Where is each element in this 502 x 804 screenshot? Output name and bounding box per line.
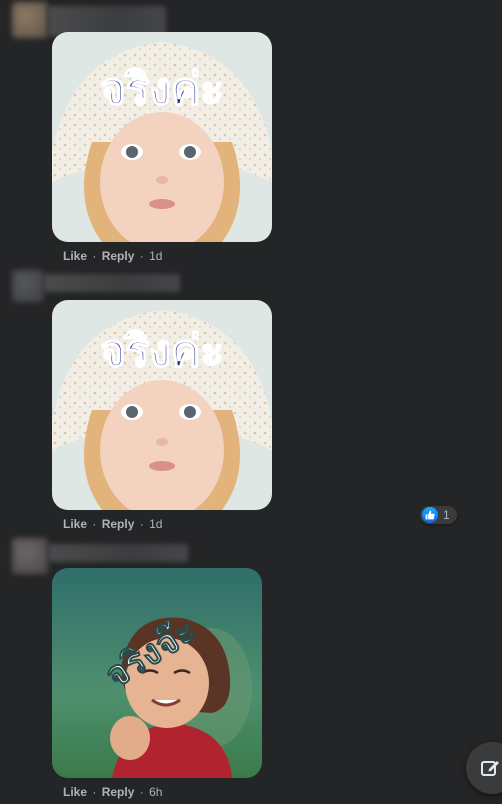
timestamp[interactable]: 6h <box>149 785 162 799</box>
like-button[interactable]: Like <box>63 517 87 531</box>
sticker-text: จริงค่ะ <box>100 64 224 115</box>
separator: · <box>139 517 144 531</box>
avatar[interactable] <box>12 2 48 38</box>
comment-actions: Like · Reply · 6h <box>63 784 162 800</box>
sticker-text: จริงค่ะ <box>100 326 224 377</box>
reply-button[interactable]: Reply <box>102 785 135 799</box>
reply-button[interactable]: Reply <box>102 249 135 263</box>
commenter-name[interactable] <box>48 544 188 562</box>
avatar[interactable] <box>12 538 48 574</box>
sticker-image[interactable]: จริงค่ะ <box>52 32 272 242</box>
comments-panel: จริงค่ะ Like · Reply · 1d จริงค่ะ Like ·… <box>0 0 502 804</box>
sticker-image[interactable]: จริงค่ะ <box>52 300 272 510</box>
timestamp[interactable]: 1d <box>149 517 162 531</box>
reaction-summary[interactable]: 1 <box>420 506 457 524</box>
compose-button[interactable] <box>466 742 502 794</box>
like-button[interactable]: Like <box>63 249 87 263</box>
thumbs-up-icon <box>422 507 438 523</box>
reaction-count: 1 <box>443 508 450 522</box>
avatar[interactable] <box>12 270 44 302</box>
comment-actions: Like · Reply · 1d <box>63 516 162 532</box>
girl-in-hat-image: จริงค่ะ <box>52 300 272 510</box>
like-button[interactable]: Like <box>63 785 87 799</box>
timestamp[interactable]: 1d <box>149 249 162 263</box>
reply-button[interactable]: Reply <box>102 517 135 531</box>
comment-actions: Like · Reply · 1d <box>63 248 162 264</box>
compose-icon <box>481 761 499 776</box>
separator: · <box>92 785 97 799</box>
separator: · <box>92 517 97 531</box>
separator: · <box>139 785 144 799</box>
separator: · <box>92 249 97 263</box>
commenter-name[interactable] <box>44 274 180 292</box>
girl-in-hat-image: จริงค่ะ <box>52 32 272 242</box>
sticker-image[interactable]: จริงจ๊ะ <box>52 568 262 778</box>
separator: · <box>139 249 144 263</box>
praying-girl-image: จริงจ๊ะ <box>52 568 262 778</box>
